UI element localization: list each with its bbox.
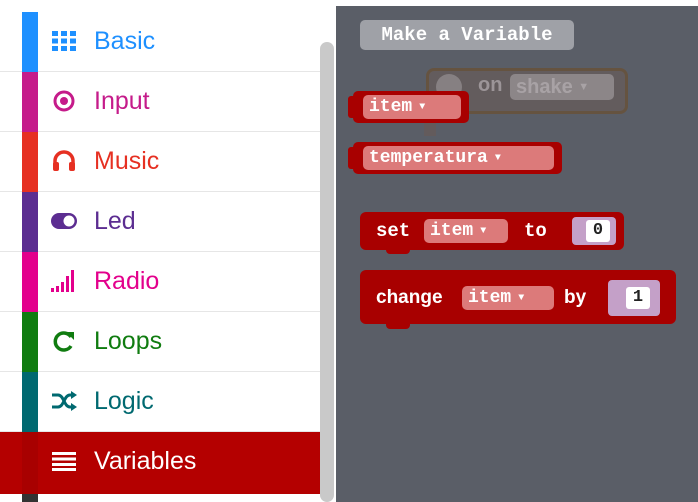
category-radio-stripe — [22, 252, 38, 312]
category-led[interactable]: Led — [0, 192, 322, 252]
category-input[interactable]: Input — [0, 72, 322, 132]
category-variables[interactable]: Variables — [0, 432, 322, 494]
category-label: Led — [94, 207, 136, 235]
variable-name: item — [369, 97, 413, 117]
toolbox: Basic Input Music Led Radio Loops Logic … — [0, 0, 336, 502]
category-music-stripe — [22, 132, 38, 192]
toolbox-scrollbar[interactable] — [320, 42, 334, 502]
category-label: Variables — [94, 447, 197, 475]
shuffle-icon — [50, 387, 78, 415]
dropdown-arrow-icon: ▼ — [494, 153, 501, 164]
category-basic-stripe — [22, 12, 38, 72]
dropdown-arrow-icon: ▼ — [518, 293, 525, 304]
headphones-icon — [50, 147, 78, 175]
variable-name: item — [430, 221, 474, 241]
loop-arrow-icon — [50, 327, 78, 355]
category-radio[interactable]: Radio — [0, 252, 322, 312]
category-loops[interactable]: Loops — [0, 312, 322, 372]
category-label: Input — [94, 87, 150, 115]
to-keyword: to — [524, 220, 547, 242]
category-music[interactable]: Music — [0, 132, 322, 192]
top-band — [336, 0, 698, 6]
by-keyword: by — [564, 287, 587, 308]
variable-item-block[interactable]: item ▼ — [353, 91, 469, 123]
grid-icon — [50, 27, 78, 55]
category-input-stripe — [22, 72, 38, 132]
dropdown-arrow-icon: ▼ — [419, 102, 426, 113]
variable-name: temperatura — [369, 148, 488, 168]
ghost-dropdown-arrow-icon: ▼ — [578, 81, 590, 93]
toggle-icon — [50, 207, 78, 235]
category-label: Basic — [94, 27, 156, 55]
block-notch — [386, 321, 410, 329]
ghost-event-dropdown: shake ▼ — [510, 74, 614, 100]
category-logic[interactable]: Logic — [0, 372, 322, 432]
set-variable-dropdown[interactable]: item ▼ — [424, 219, 508, 243]
change-variable-dropdown[interactable]: item ▼ — [462, 286, 554, 310]
variables-flyout: on shake ▼ Make a Variable item ▼ tempera… — [336, 0, 698, 502]
set-keyword: set — [376, 220, 411, 242]
category-variables-stripe — [22, 432, 38, 494]
target-icon — [50, 87, 78, 115]
category-label: Music — [94, 147, 160, 175]
list-icon — [50, 447, 78, 475]
make-variable-button[interactable]: Make a Variable — [360, 20, 574, 50]
block-notch — [386, 247, 410, 254]
category-loops-stripe — [22, 312, 38, 372]
set-value-input[interactable]: 0 — [586, 220, 610, 242]
category-logic-stripe — [22, 372, 38, 432]
category-label: Radio — [94, 267, 160, 295]
set-variable-block[interactable]: set item ▼ to 0 — [360, 212, 624, 250]
category-label: Loops — [94, 327, 163, 355]
dropdown-arrow-icon: ▼ — [480, 226, 487, 237]
variable-name: item — [468, 288, 512, 308]
change-keyword: change — [376, 287, 443, 308]
ghost-on-label: on — [478, 74, 503, 96]
category-stripe-partial — [22, 494, 38, 502]
change-variable-block[interactable]: change item ▼ by 1 — [360, 270, 676, 324]
ghost-event-label: shake — [516, 76, 573, 98]
category-basic[interactable]: Basic — [0, 12, 322, 72]
variable-temperatura-block[interactable]: temperatura ▼ — [353, 142, 562, 174]
variable-dropdown[interactable]: temperatura ▼ — [363, 146, 554, 170]
change-value-input[interactable]: 1 — [626, 287, 650, 309]
variable-dropdown[interactable]: item ▼ — [363, 95, 461, 119]
category-label: Logic — [94, 387, 154, 415]
category-led-stripe — [22, 192, 38, 252]
signal-bars-icon — [50, 267, 78, 295]
